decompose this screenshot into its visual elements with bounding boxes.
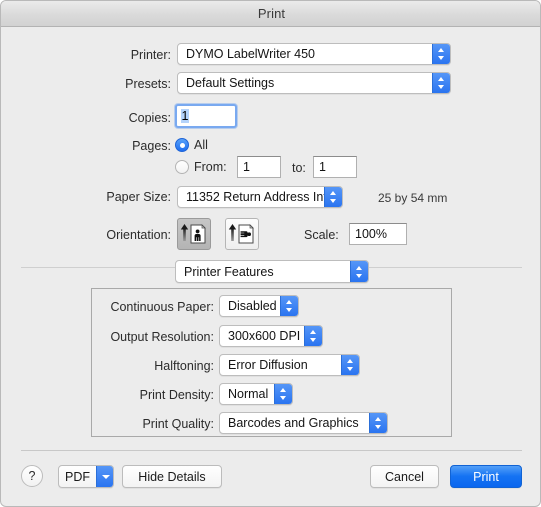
pages-label: Pages: <box>132 139 171 153</box>
pages-range-radio[interactable]: From: <box>175 160 227 174</box>
pane-selector-value: Printer Features <box>184 264 274 279</box>
halftoning-value: Error Diffusion <box>228 358 308 372</box>
continuous-paper-value: Disabled <box>228 299 277 313</box>
separator-above-footer <box>21 450 522 451</box>
pane-selector[interactable]: Printer Features <box>175 260 369 283</box>
pages-to-label: to: <box>292 161 306 175</box>
orientation-landscape-button[interactable] <box>225 218 259 250</box>
halftoning-label: Halftoning: <box>154 359 214 373</box>
portrait-orientation-icon <box>180 224 206 244</box>
pages-from-value: 1 <box>243 160 250 174</box>
chevron-up-down-icon <box>274 384 292 404</box>
chevron-up-down-icon <box>369 413 387 433</box>
pages-all-label: All <box>194 138 208 152</box>
print-button-label: Print <box>473 469 499 484</box>
copies-input-value: 1 <box>181 109 189 123</box>
hide-details-label: Hide Details <box>138 469 206 484</box>
pages-to-value: 1 <box>319 160 326 174</box>
presets-label: Presets: <box>125 77 171 91</box>
print-quality-value: Barcodes and Graphics <box>228 416 359 430</box>
presets-select[interactable]: Default Settings <box>177 72 451 94</box>
print-button[interactable]: Print <box>450 465 522 488</box>
pdf-menu-label: PDF <box>65 469 90 484</box>
chevron-up-down-icon <box>304 326 322 346</box>
scale-input[interactable]: 100% <box>349 223 407 245</box>
chevron-up-down-icon <box>432 44 450 64</box>
radio-unselected-icon <box>175 160 189 174</box>
cancel-button-label: Cancel <box>385 469 424 484</box>
output-resolution-select[interactable]: 300x600 DPI <box>219 325 323 347</box>
paper-size-select-value: 11352 Return Address Int <box>186 190 324 204</box>
chevron-down-icon <box>96 466 113 487</box>
radio-selected-icon <box>175 138 189 152</box>
paper-size-dimensions: 25 by 54 mm <box>378 191 448 205</box>
continuous-paper-select[interactable]: Disabled <box>219 295 299 317</box>
chevron-up-down-icon <box>341 355 359 375</box>
hide-details-button[interactable]: Hide Details <box>122 465 222 488</box>
printer-label: Printer: <box>130 48 171 62</box>
scale-input-value: 100% <box>355 227 387 241</box>
continuous-paper-label: Continuous Paper: <box>110 300 214 314</box>
print-density-value: Normal <box>228 387 269 401</box>
cancel-button[interactable]: Cancel <box>370 465 439 488</box>
print-quality-select[interactable]: Barcodes and Graphics <box>219 412 388 434</box>
halftoning-select[interactable]: Error Diffusion <box>219 354 360 376</box>
window-titlebar[interactable]: Print <box>1 1 540 27</box>
paper-size-select[interactable]: 11352 Return Address Int <box>177 186 343 208</box>
help-button-label: ? <box>28 469 36 483</box>
printer-select[interactable]: DYMO LabelWriter 450 <box>177 43 451 65</box>
print-dialog-window: Print Printer: DYMO LabelWriter 450 Pres… <box>0 0 541 507</box>
printer-select-value: DYMO LabelWriter 450 <box>186 47 315 61</box>
orientation-portrait-button[interactable] <box>177 218 211 250</box>
landscape-orientation-icon <box>228 224 254 244</box>
pages-from-label: From: <box>194 160 227 174</box>
chevron-up-down-icon <box>432 73 450 93</box>
pages-from-input[interactable]: 1 <box>237 156 281 178</box>
orientation-label: Orientation: <box>106 228 171 242</box>
chevron-up-down-icon <box>280 296 298 316</box>
output-resolution-value: 300x600 DPI <box>228 329 301 343</box>
copies-input[interactable]: 1 <box>175 104 237 128</box>
window-title: Print <box>257 6 286 21</box>
paper-size-label: Paper Size: <box>106 190 171 204</box>
print-density-label: Print Density: <box>139 388 214 402</box>
pages-all-radio[interactable]: All <box>175 138 208 152</box>
help-button[interactable]: ? <box>21 465 43 487</box>
scale-label: Scale: <box>304 228 339 242</box>
output-resolution-label: Output Resolution: <box>110 330 214 344</box>
presets-select-value: Default Settings <box>186 76 275 90</box>
pdf-menu-button[interactable]: PDF <box>58 465 114 488</box>
print-quality-label: Print Quality: <box>142 417 214 431</box>
copies-label: Copies: <box>128 111 171 125</box>
chevron-up-down-icon <box>350 261 368 282</box>
print-density-select[interactable]: Normal <box>219 383 293 405</box>
pages-to-input[interactable]: 1 <box>313 156 357 178</box>
chevron-up-down-icon <box>324 187 342 207</box>
